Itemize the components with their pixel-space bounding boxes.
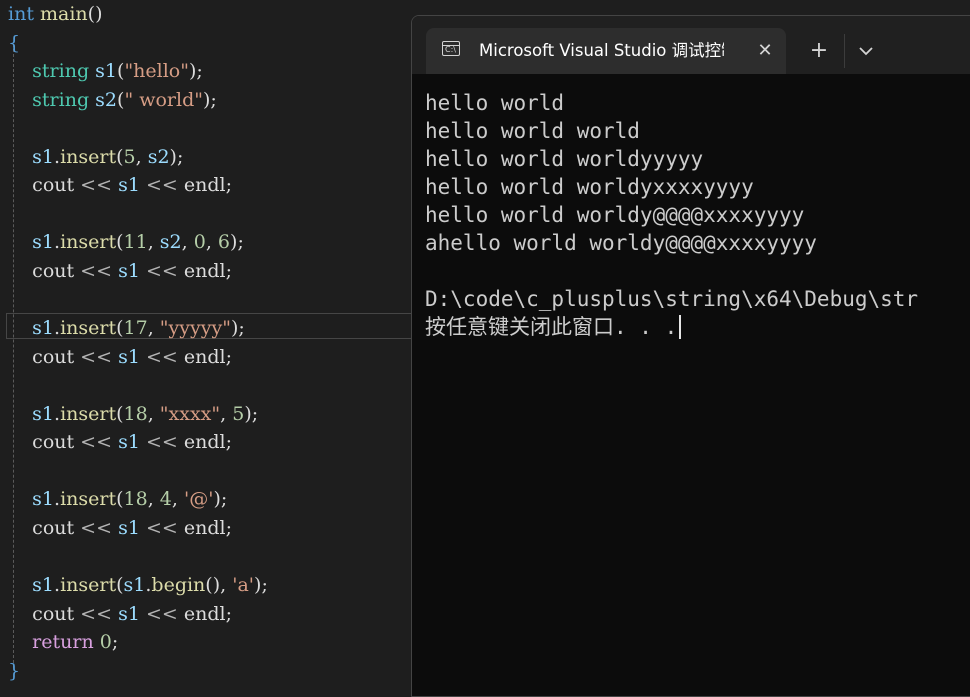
terminal-window[interactable]: C:\ Microsoft Visual Studio 调试控制台 ✕ + he…: [411, 15, 970, 697]
code-line: cout << s1 << endl;: [32, 174, 232, 197]
terminal-output[interactable]: hello world hello world world hello world …: [425, 89, 970, 341]
code-line: s1.insert(11, s2, 0, 6);: [32, 231, 244, 254]
terminal-output-line: hello world world: [425, 119, 640, 143]
terminal-output-line: hello world worldy@@@@xxxxyyyy: [425, 203, 805, 227]
code-line: s1.insert(18, "xxxx", 5);: [32, 402, 259, 425]
terminal-titlebar[interactable]: C:\ Microsoft Visual Studio 调试控制台 ✕ +: [412, 16, 970, 74]
terminal-output-line: 按任意键关闭此窗口. . .: [425, 313, 970, 341]
code-line: cout << s1 << endl;: [32, 602, 232, 625]
terminal-output-line: hello world worldyxxxxyyyy: [425, 175, 754, 199]
code-line: s1.insert(s1.begin(), 'a');: [32, 574, 268, 596]
terminal-output-line: hello world worldyyyyy: [425, 147, 704, 171]
terminal-output-line: ahello world worldy@@@@xxxxyyyy: [425, 231, 817, 255]
plus-icon[interactable]: +: [806, 38, 832, 64]
code-line: s1.insert(5, s2);: [32, 145, 184, 168]
terminal-output-line: hello world: [425, 91, 565, 115]
code-line: cout << s1 << endl;: [32, 345, 232, 368]
titlebar-divider: [844, 34, 845, 68]
chevron-down-icon[interactable]: [855, 40, 877, 62]
terminal-tab[interactable]: C:\ Microsoft Visual Studio 调试控制台 ✕: [426, 28, 786, 74]
text-cursor: [679, 315, 682, 339]
terminal-output-line: D:\code\c_plusplus\string\x64\Debug\str: [425, 287, 919, 311]
console-app-icon: C:\: [442, 41, 460, 56]
code-line: string s1("hello");: [32, 60, 203, 83]
close-icon[interactable]: ✕: [754, 40, 776, 62]
code-line: }: [8, 659, 21, 681]
code-line: s1.insert(18, 4, '@');: [32, 488, 228, 511]
code-line: string s2(" world");: [32, 88, 217, 111]
tab-title: Microsoft Visual Studio 调试控制台: [479, 41, 724, 60]
code-line: {: [8, 31, 21, 54]
code-line: s1.insert(17, "yyyyy");: [32, 317, 245, 340]
code-line: int main(): [8, 3, 103, 25]
code-line: cout << s1 << endl;: [32, 259, 232, 282]
code-line: return 0;: [32, 631, 119, 654]
code-line: cout << s1 << endl;: [32, 516, 232, 539]
code-line: cout << s1 << endl;: [32, 431, 232, 454]
code-editor[interactable]: int main() { string s1("hello"); string s…: [0, 0, 412, 681]
